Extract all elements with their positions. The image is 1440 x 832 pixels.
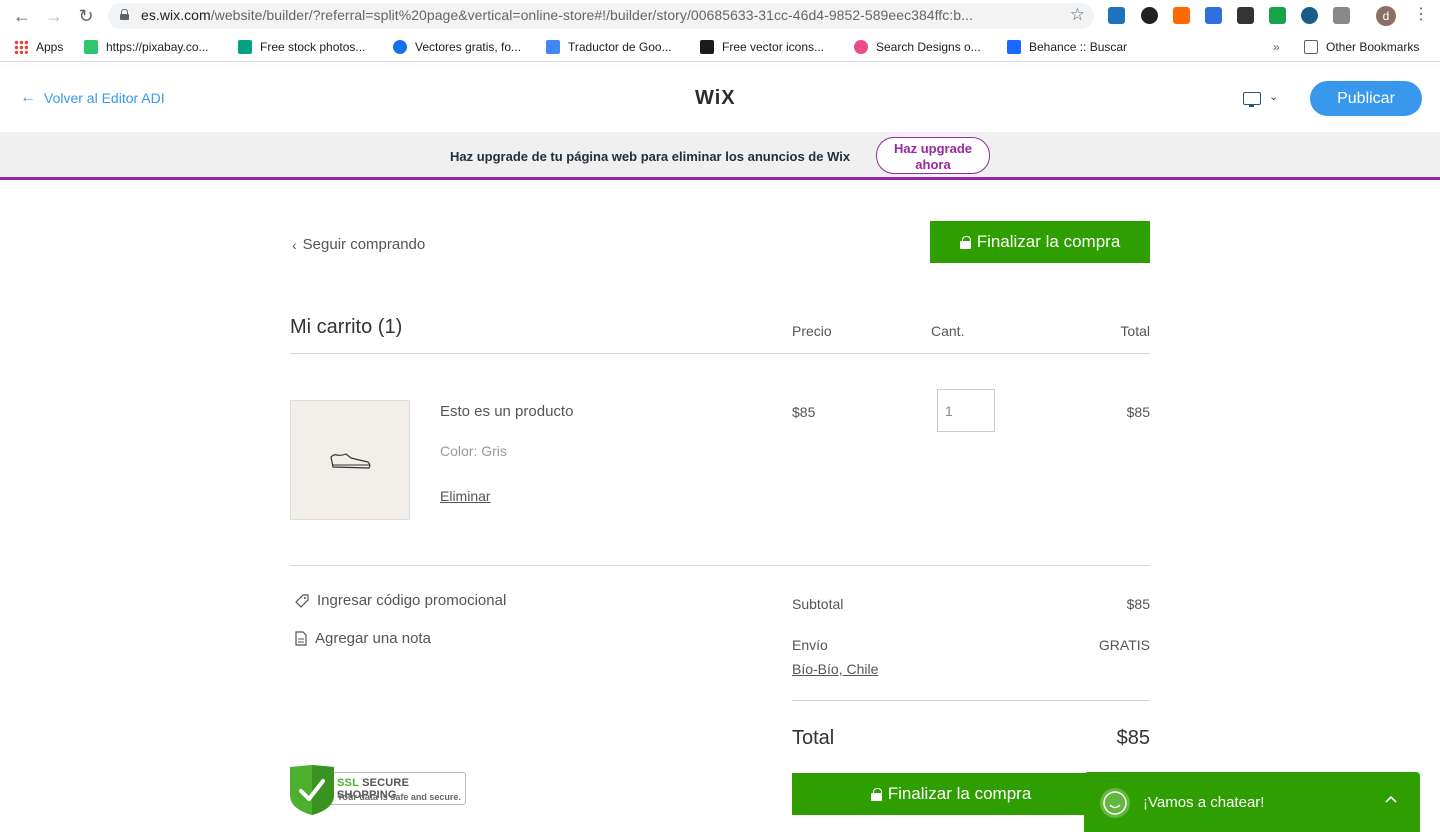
extension-icon[interactable] xyxy=(1333,7,1350,24)
lock-icon xyxy=(959,235,971,249)
chat-label: ¡Vamos a chatear! xyxy=(1143,794,1265,811)
chat-widget[interactable]: ¡Vamos a chatear! xyxy=(1084,772,1420,832)
bookmark-translate[interactable]: Traductor de Goo... xyxy=(546,39,672,55)
bookmark-pixabay[interactable]: https://pixabay.co... xyxy=(84,39,209,55)
bookmark-pexels[interactable]: Free stock photos... xyxy=(238,39,365,55)
extension-icon[interactable] xyxy=(1173,7,1190,24)
extension-icon[interactable] xyxy=(1269,7,1286,24)
lock-icon xyxy=(120,9,129,20)
device-switcher[interactable]: ⌄ xyxy=(1243,91,1283,108)
smile-icon xyxy=(1100,788,1130,818)
bookmark-apps[interactable]: Apps xyxy=(14,39,63,55)
browser-toolbar: ← → ↻ es.wix.com/website/builder/?referr… xyxy=(0,0,1440,32)
shipping-location-link[interactable]: Bío-Bío, Chile xyxy=(792,661,878,677)
flaticon-icon xyxy=(700,40,714,54)
address-bar[interactable]: es.wix.com/website/builder/?referral=spl… xyxy=(108,3,1094,29)
bookmarks-overflow[interactable]: » xyxy=(1273,39,1280,55)
apps-grid-icon xyxy=(14,40,28,54)
add-note-link[interactable]: Agregar una nota xyxy=(294,630,431,647)
freepik-icon xyxy=(393,40,407,54)
note-icon xyxy=(295,630,307,646)
extension-icon[interactable] xyxy=(1141,7,1158,24)
ssl-secure-badge: SSL SECURE SHOPPING Your data is safe an… xyxy=(290,765,468,815)
divider xyxy=(792,700,1150,701)
url-text: es.wix.com/website/builder/?referral=spl… xyxy=(141,7,973,23)
extension-icon[interactable] xyxy=(1108,7,1125,24)
wix-preview-header: ← Volver al Editor ADI WiX ⌄ Publicar xyxy=(0,66,1440,132)
continue-shopping-link[interactable]: ‹ Seguir comprando xyxy=(292,236,425,253)
desktop-icon xyxy=(1243,92,1261,107)
product-image[interactable] xyxy=(290,400,410,520)
lock-icon xyxy=(870,787,882,801)
publish-button[interactable]: Publicar xyxy=(1310,81,1422,116)
cart-title: Mi carrito (1) xyxy=(290,316,403,338)
product-option: Color: Gris xyxy=(440,443,507,459)
shoe-icon xyxy=(330,453,371,469)
subtotal-label: Subtotal xyxy=(792,596,844,612)
total-label: Total xyxy=(792,727,835,749)
upgrade-button[interactable]: Haz upgrade ahora xyxy=(876,137,990,174)
subtotal-value: $85 xyxy=(1126,596,1150,612)
shipping-label: Envío xyxy=(792,637,828,653)
dribbble-icon xyxy=(854,40,868,54)
chevron-left-icon: ‹ xyxy=(292,236,297,253)
product-name[interactable]: Esto es un producto xyxy=(440,403,573,420)
menu-kebab-icon[interactable]: ⋮ xyxy=(1413,5,1429,25)
checkout-button-top[interactable]: Finalizar la compra xyxy=(930,221,1150,263)
folder-icon xyxy=(1304,40,1318,54)
google-translate-icon xyxy=(546,40,560,54)
tag-icon xyxy=(295,593,309,608)
item-price: $85 xyxy=(792,404,816,420)
total-value: $85 xyxy=(1116,727,1150,749)
pixabay-icon xyxy=(84,40,98,54)
remove-item-link[interactable]: Eliminar xyxy=(440,488,491,504)
promo-code-link[interactable]: Ingresar código promocional xyxy=(294,592,506,609)
ssl-subtitle: Your data is safe and secure. xyxy=(337,792,461,802)
shield-check-icon xyxy=(290,765,334,815)
bookmark-flaticon[interactable]: Free vector icons... xyxy=(700,39,824,55)
item-total: $85 xyxy=(1126,404,1150,420)
divider xyxy=(290,353,1150,354)
bookmark-star-icon[interactable]: ☆ xyxy=(1070,5,1085,25)
upgrade-banner: Haz upgrade de tu página web para elimin… xyxy=(0,132,1440,180)
shipping-value: GRATIS xyxy=(1098,637,1150,653)
extension-icon[interactable] xyxy=(1205,7,1222,24)
bookmark-behance[interactable]: Behance :: Buscar xyxy=(1007,39,1127,55)
back-to-editor-link[interactable]: ← Volver al Editor ADI xyxy=(20,89,165,107)
back-arrow-icon[interactable]: ← xyxy=(12,6,32,26)
arrow-left-icon: ← xyxy=(20,89,36,106)
other-bookmarks[interactable]: Other Bookmarks xyxy=(1304,39,1419,55)
chevron-down-icon: ⌄ xyxy=(1269,91,1279,103)
divider xyxy=(290,565,1150,566)
chevron-up-icon[interactable] xyxy=(1384,792,1398,806)
pexels-icon xyxy=(238,40,252,54)
bookmarks-bar: Apps https://pixabay.co... Free stock ph… xyxy=(0,32,1440,62)
column-header-total: Total xyxy=(1120,323,1150,339)
bookmark-freepik[interactable]: Vectores gratis, fo... xyxy=(393,39,521,55)
extension-icon[interactable] xyxy=(1237,7,1254,24)
upgrade-text: Haz upgrade de tu página web para elimin… xyxy=(450,149,851,164)
extension-icon[interactable] xyxy=(1301,7,1318,24)
column-header-quantity: Cant. xyxy=(931,323,965,339)
forward-arrow-icon[interactable]: → xyxy=(44,6,64,26)
column-header-price: Precio xyxy=(792,323,832,339)
bookmark-dribbble[interactable]: Search Designs o... xyxy=(854,39,981,55)
wix-logo: WiX xyxy=(695,87,736,109)
behance-icon xyxy=(1007,40,1021,54)
quantity-input[interactable]: 1 xyxy=(937,389,995,432)
reload-icon[interactable]: ↻ xyxy=(76,6,96,26)
profile-avatar[interactable]: d xyxy=(1376,6,1396,26)
